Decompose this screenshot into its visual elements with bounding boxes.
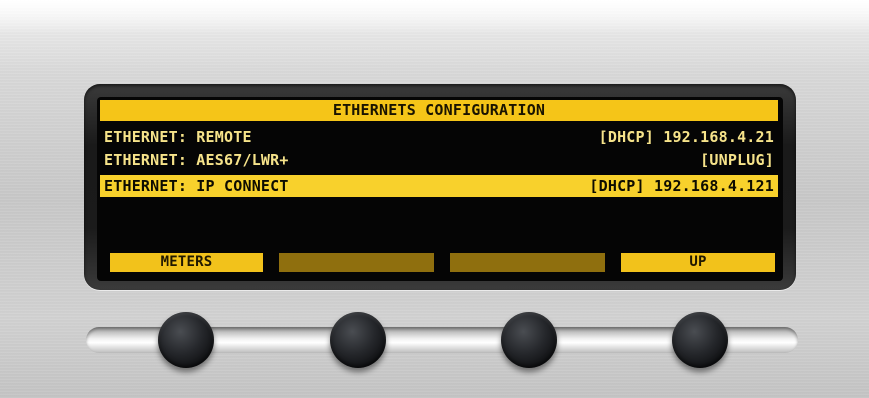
- menu-row-label: ETHERNET: REMOTE: [104, 128, 252, 146]
- menu-row-label: ETHERNET: AES67/LWR+: [104, 151, 289, 169]
- knob-3[interactable]: [501, 312, 557, 368]
- menu-row-ip-connect-selected[interactable]: ETHERNET: IP CONNECT [DHCP] 192.168.4.12…: [100, 175, 778, 197]
- knob-1[interactable]: [158, 312, 214, 368]
- menu-row-remote[interactable]: ETHERNET: REMOTE [DHCP] 192.168.4.21: [100, 126, 778, 148]
- menu-row-value: [UNPLUG]: [700, 151, 774, 169]
- knob-2[interactable]: [330, 312, 386, 368]
- softkey-up: UP: [621, 253, 775, 272]
- menu-row-value: [DHCP] 192.168.4.121: [589, 177, 774, 195]
- panel-highlight: [0, 0, 869, 34]
- screen-title: ETHERNETS CONFIGURATION: [100, 100, 778, 121]
- knob-4[interactable]: [672, 312, 728, 368]
- softkey-3-empty: [450, 253, 605, 272]
- lcd-screen: ETHERNETS CONFIGURATION ETHERNET: REMOTE…: [97, 97, 783, 281]
- menu-row-aes67[interactable]: ETHERNET: AES67/LWR+ [UNPLUG]: [100, 149, 778, 171]
- softkey-meters: METERS: [110, 253, 263, 272]
- menu-row-value: [DHCP] 192.168.4.21: [598, 128, 774, 146]
- menu-row-label: ETHERNET: IP CONNECT: [104, 177, 289, 195]
- softkey-2-empty: [279, 253, 434, 272]
- device-front-panel: ETHERNETS CONFIGURATION ETHERNET: REMOTE…: [0, 0, 869, 398]
